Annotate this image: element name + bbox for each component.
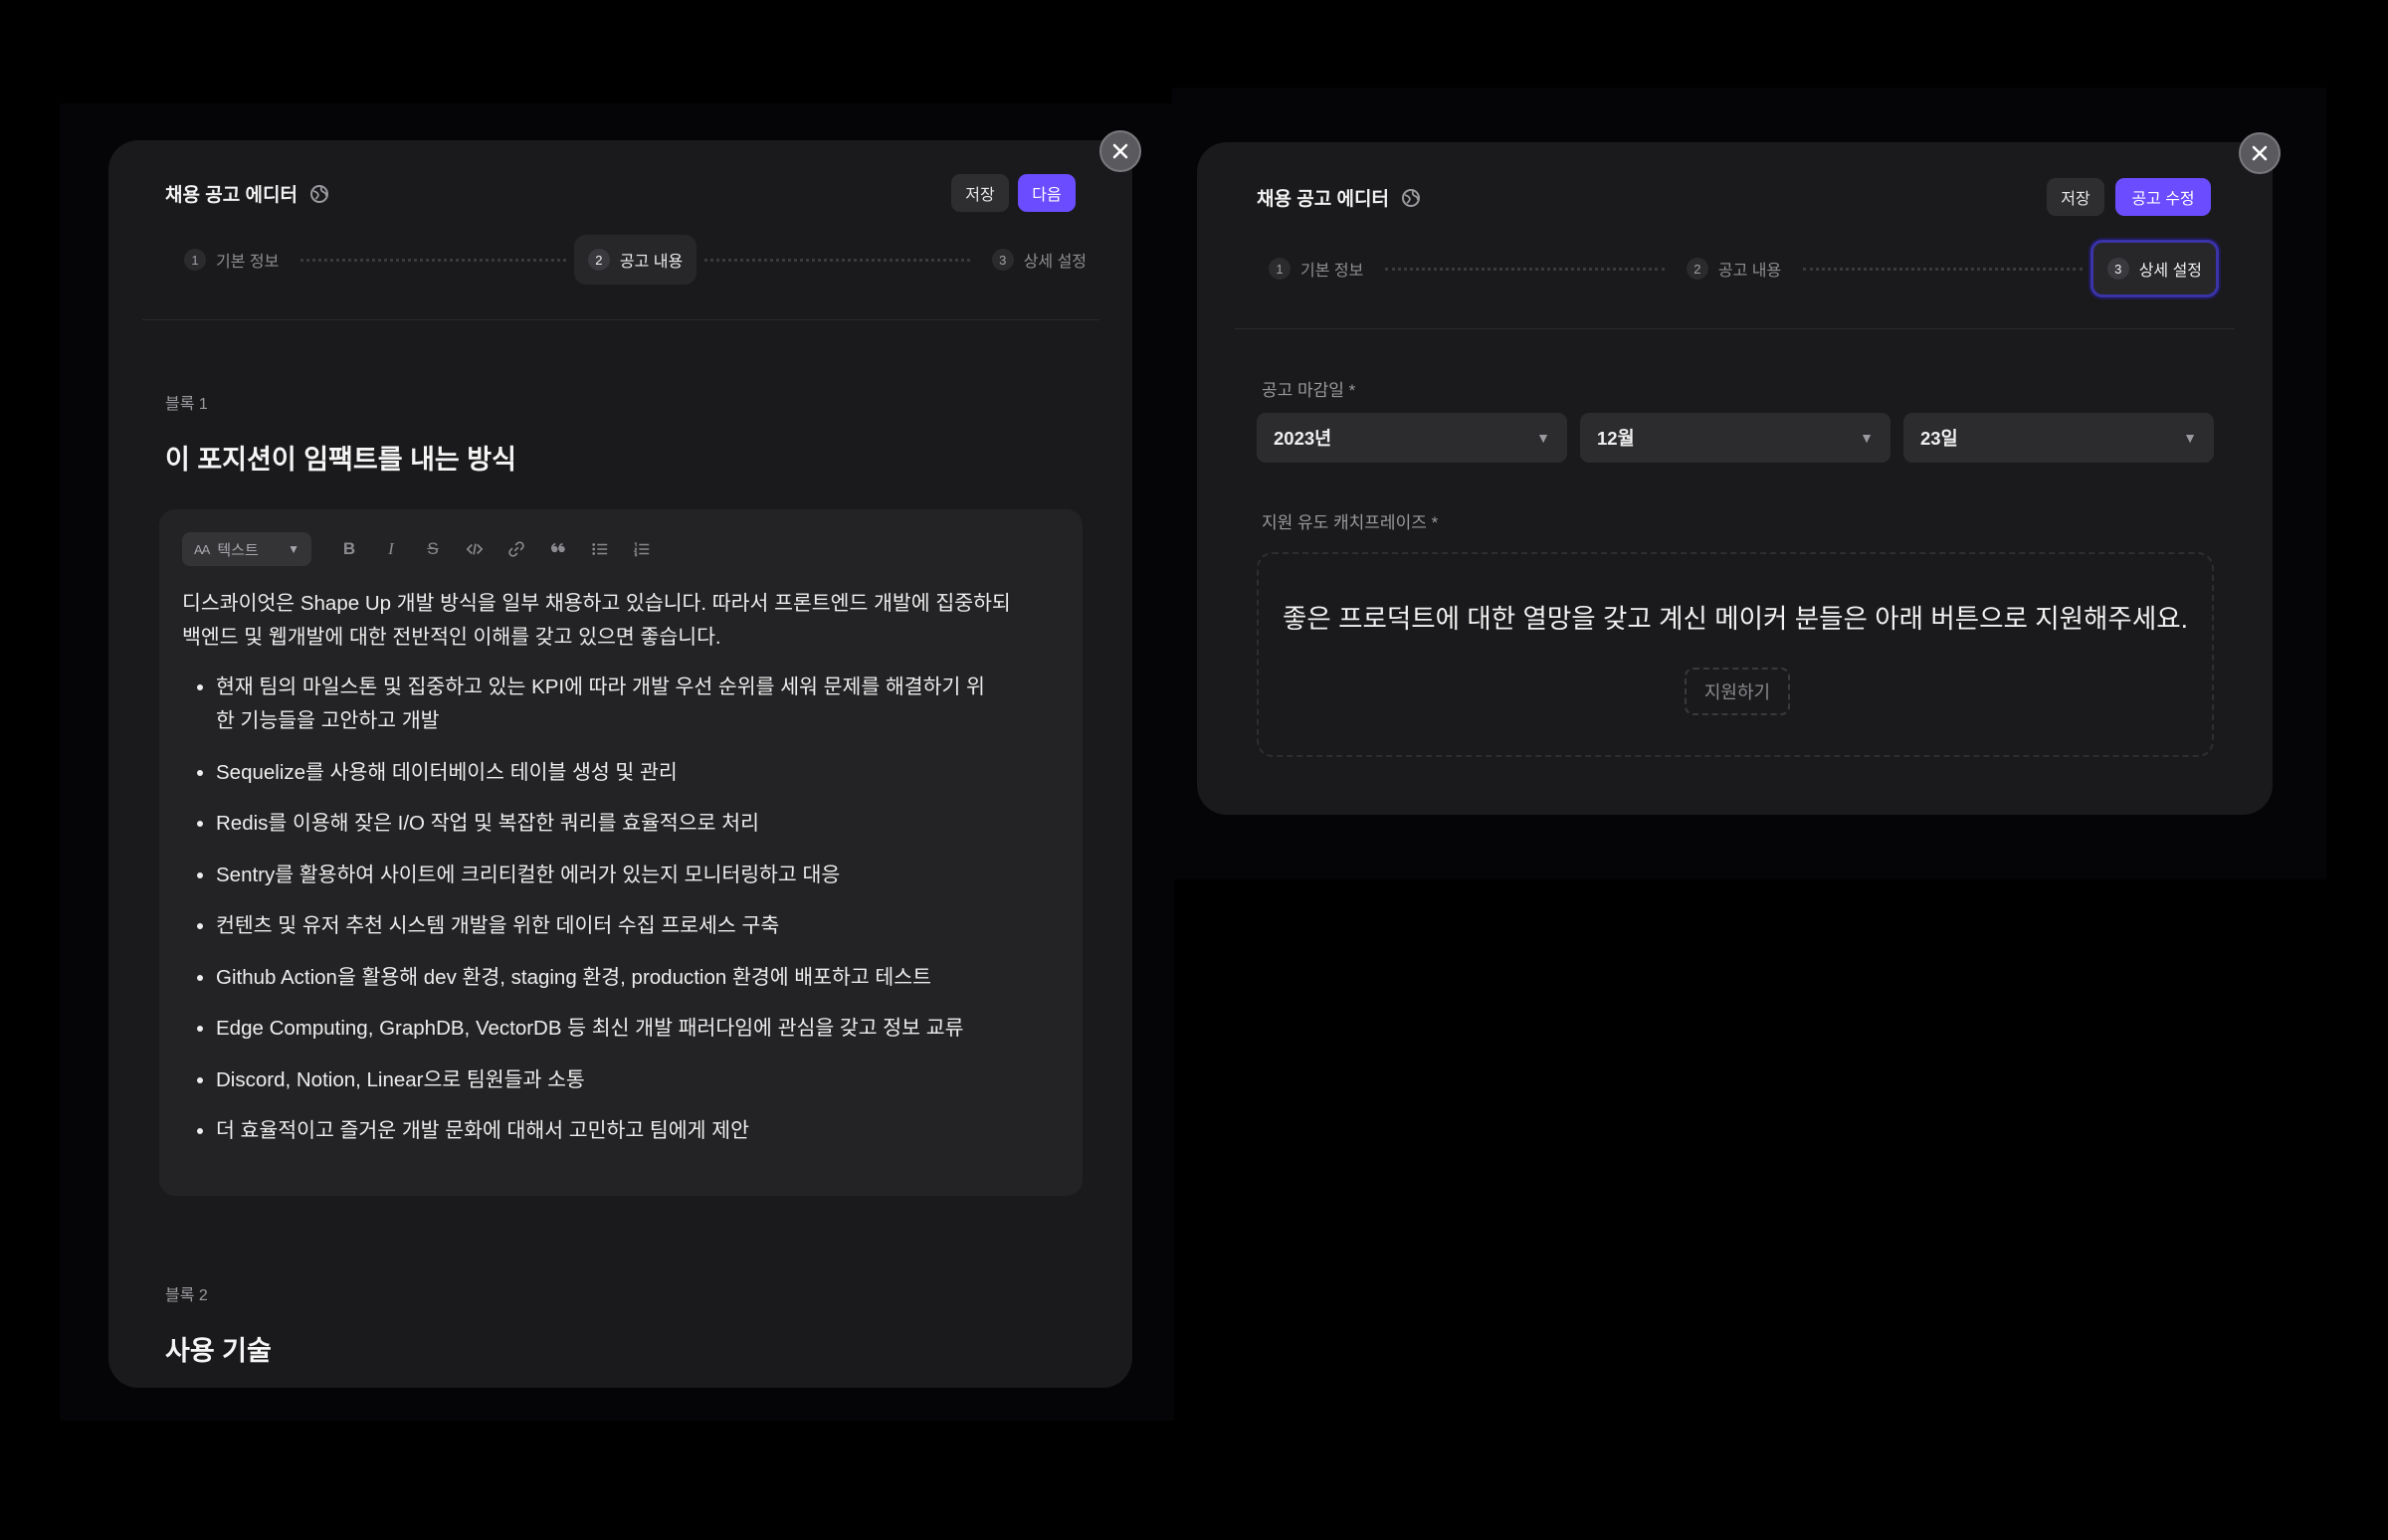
left-editor-panel: 채용 공고 에디터 저장 다음 1 기본 정보 2 공고 내용 3 상세 설정 … [108, 140, 1132, 1388]
list-item: 더 효율적이고 즐거운 개발 문화에 대해서 고민하고 팀에게 제안 [216, 1114, 1012, 1148]
catchphrase-box[interactable]: 좋은 프로덕트에 대한 열망을 갖고 계신 메이커 분들은 아래 버튼으로 지원… [1257, 552, 2214, 757]
right-editor-panel: 채용 공고 에디터 저장 공고 수정 1 기본 정보 2 공고 내용 3 상세 … [1197, 142, 2273, 815]
list-item: Sequelize를 사용해 데이터베이스 테이블 생성 및 관리 [216, 756, 1012, 790]
day-select[interactable]: 23일 ▼ [1903, 413, 2214, 463]
intro-paragraph-line: 백엔드 및 웹개발에 대한 전반적인 이해를 갖고 있으면 좋습니다. [182, 626, 721, 649]
link-icon[interactable] [506, 539, 526, 559]
step-content[interactable]: 2 공고 내용 [1673, 244, 1795, 293]
chevron-down-icon: ▼ [288, 542, 299, 556]
list-item: Redis를 이용해 잦은 I/O 작업 및 복잡한 쿼리를 효율적으로 처리 [216, 807, 1012, 841]
save-button[interactable]: 저장 [2047, 178, 2104, 216]
block-label: 블록 2 [165, 1287, 208, 1304]
step-detail-settings[interactable]: 3 상세 설정 [2090, 240, 2220, 297]
step-basic-info[interactable]: 1 기본 정보 [1255, 244, 1377, 293]
text-size-icon: AA [194, 541, 210, 557]
list-item: 컨텐츠 및 유저 추천 시스템 개발을 위한 데이터 수집 프로세스 구축 [216, 909, 1012, 943]
apply-button[interactable]: 지원하기 [1685, 668, 1790, 715]
bullet-list-icon[interactable] [590, 539, 610, 559]
list-item: Github Action을 활용해 dev 환경, staging 환경, p… [216, 961, 1012, 995]
block-label: 블록 1 [165, 396, 208, 413]
editor-content[interactable]: 디스콰이엇은 Shape Up 개발 방식을 일부 채용하고 있습니다. 따라서… [182, 587, 1058, 1166]
header-divider [1235, 328, 2235, 329]
header-divider [142, 319, 1099, 320]
save-button[interactable]: 저장 [951, 174, 1009, 212]
deadline-selects: 2023년 ▼ 12월 ▼ 23일 ▼ [1257, 413, 2214, 463]
step-connector [300, 258, 566, 262]
text-format-select[interactable]: AA 텍스트 ▼ [182, 532, 311, 566]
list-item: Edge Computing, GraphDB, VectorDB 등 최신 개… [216, 1012, 1012, 1046]
strikethrough-icon[interactable]: S [423, 539, 443, 559]
quote-icon[interactable] [548, 539, 568, 559]
step-basic-info[interactable]: 1 기본 정보 [170, 235, 293, 285]
stepper: 1 기본 정보 2 공고 내용 3 상세 설정 [1255, 240, 2220, 297]
month-select[interactable]: 12월 ▼ [1580, 413, 1890, 463]
globe-icon[interactable] [1401, 188, 1421, 208]
stepper: 1 기본 정보 2 공고 내용 3 상세 설정 [170, 235, 1100, 285]
editor-title: 채용 공고 에디터 [165, 185, 298, 206]
step-content[interactable]: 2 공고 내용 [573, 235, 697, 285]
italic-icon[interactable]: I [381, 539, 401, 559]
ordered-list-icon[interactable] [632, 539, 652, 559]
editor-title: 채용 공고 에디터 [1257, 189, 1389, 210]
catchphrase-label: 지원 유도 캐치프레이즈 * [1262, 513, 1439, 532]
step-detail-settings[interactable]: 3 상세 설정 [978, 235, 1100, 285]
left-panel-header: 채용 공고 에디터 [165, 180, 329, 207]
catchphrase-text[interactable]: 좋은 프로덕트에 대한 열망을 갖고 계신 메이커 분들은 아래 버튼으로 지원… [1259, 597, 2212, 636]
step-connector [1803, 267, 2083, 271]
intro-paragraph-line: 디스콰이엇은 Shape Up 개발 방식을 일부 채용하고 있습니다. 따라서… [182, 592, 1011, 615]
step-connector [704, 258, 970, 262]
bold-icon[interactable]: B [339, 539, 359, 559]
block-title: 사용 기술 [165, 1336, 272, 1366]
close-icon[interactable] [2239, 132, 2281, 174]
right-panel-header: 채용 공고 에디터 [1257, 184, 1421, 211]
close-icon[interactable] [1099, 130, 1141, 172]
editor-toolbar: AA 텍스트 ▼ B I S [182, 532, 652, 566]
list-item: Discord, Notion, Linear으로 팀원들과 소통 [216, 1063, 1012, 1097]
list-item: 현재 팀의 마일스톤 및 집중하고 있는 KPI에 따라 개발 우선 순위를 세… [216, 671, 992, 738]
code-icon[interactable] [465, 539, 485, 559]
chevron-down-icon: ▼ [2183, 430, 2197, 446]
deadline-label: 공고 마감일 * [1262, 381, 1356, 400]
list-item: Sentry를 활용하여 사이트에 크리티컬한 에러가 있는지 모니터링하고 대… [216, 859, 1012, 892]
edit-posting-button[interactable]: 공고 수정 [2115, 178, 2211, 216]
rich-text-editor[interactable]: AA 텍스트 ▼ B I S 디스콰이엇은 Shape Up 개발 방식을 일부… [159, 509, 1083, 1196]
year-select[interactable]: 2023년 ▼ [1257, 413, 1567, 463]
chevron-down-icon: ▼ [1860, 430, 1874, 446]
responsibilities-list: 현재 팀의 마일스톤 및 집중하고 있는 KPI에 따라 개발 우선 순위를 세… [182, 671, 1012, 1148]
next-button[interactable]: 다음 [1018, 174, 1076, 212]
step-connector [1385, 267, 1665, 271]
globe-icon[interactable] [309, 184, 329, 204]
block-title: 이 포지션이 임팩트를 내는 방식 [165, 445, 516, 475]
chevron-down-icon: ▼ [1536, 430, 1550, 446]
